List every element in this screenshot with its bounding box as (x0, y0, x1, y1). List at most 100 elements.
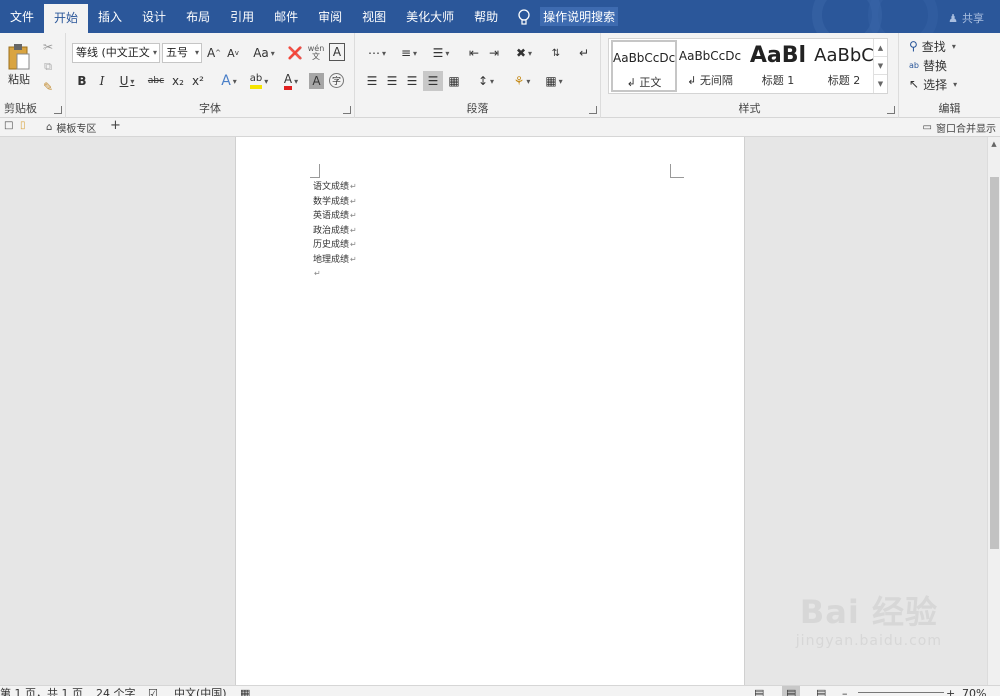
change-case-button[interactable]: Aa ▾ (251, 43, 277, 63)
show-marks-icon[interactable]: ↵ (575, 43, 593, 63)
font-launcher[interactable] (343, 106, 351, 114)
word-count[interactable]: 24 个字 (96, 686, 136, 696)
template-tab[interactable]: ⌂ 模板专区 (46, 120, 96, 135)
find-button[interactable]: ⚲ 查找 ▾ (909, 37, 956, 55)
align-center-icon[interactable]: ☰ (383, 71, 401, 91)
folder-icon[interactable]: ▯ (20, 120, 26, 131)
align-right-icon[interactable]: ☰ (403, 71, 421, 91)
replace-button[interactable]: ab 替换 (909, 56, 947, 74)
increase-indent-icon[interactable]: ⇥ (485, 43, 503, 63)
document-line[interactable]: 数学成绩↵ (313, 195, 357, 210)
tab-review[interactable]: 审阅 (308, 0, 352, 33)
tab-design[interactable]: 设计 (132, 0, 176, 33)
bullets-button[interactable]: ⋯ ▾ (363, 43, 391, 63)
share-button[interactable]: ♟ 共享 (948, 10, 984, 26)
font-size-select[interactable]: 五号 ▾ (162, 43, 202, 63)
tell-me-search[interactable]: 操作说明搜索 (516, 7, 619, 26)
document-body[interactable]: 语文成绩↵ 数学成绩↵ 英语成绩↵ 政治成绩↵ 历史成绩↵ 地理成绩↵ ↵ (313, 180, 357, 282)
shading-button[interactable]: ⚘ ▾ (509, 71, 535, 91)
enclose-char-button[interactable]: 字 (329, 73, 344, 88)
align-left-icon[interactable]: ☰ (363, 71, 381, 91)
style-heading-2[interactable]: AaBbC 标题 2 (811, 40, 877, 92)
new-doc-icon[interactable]: □ (4, 120, 13, 131)
char-border-button[interactable]: A (329, 43, 345, 61)
style-no-spacing[interactable]: AaBbCcDc ↲ 无间隔 (677, 40, 743, 92)
zoom-level[interactable]: 70% (962, 686, 986, 696)
sort-icon[interactable]: ⇅ (547, 43, 565, 63)
tab-layout[interactable]: 布局 (176, 0, 220, 33)
text-effects-button[interactable]: A ▾ (216, 71, 242, 91)
shrink-font-button[interactable]: Av (226, 43, 240, 63)
italic-button[interactable]: I (94, 71, 110, 91)
macro-icon[interactable]: ▦ (240, 686, 250, 696)
more-styles-icon[interactable]: ▼ (874, 75, 887, 93)
font-color-button[interactable]: A ▾ (278, 71, 304, 91)
chevron-down-icon[interactable]: ▼ (874, 57, 887, 75)
highlight-button[interactable]: ab ▾ (246, 71, 272, 91)
zoom-out-icon[interactable]: – (842, 686, 848, 696)
select-button[interactable]: ↖ 选择 ▾ (909, 75, 957, 93)
proofing-icon[interactable]: ☑ (148, 686, 158, 696)
language-indicator[interactable]: 中文(中国) (174, 686, 227, 696)
tab-beautify[interactable]: 美化大师 (396, 0, 464, 33)
paragraph-mark: ↵ (350, 182, 357, 191)
distributed-icon[interactable]: ▦ (445, 71, 463, 91)
clear-format-icon[interactable]: ❌ (287, 43, 303, 63)
numbering-button[interactable]: ≡ ▾ (395, 43, 423, 63)
style-normal[interactable]: AaBbCcDc ↲ 正文 (611, 40, 677, 92)
document-line[interactable]: 地理成绩↵ (313, 253, 357, 268)
copy-icon[interactable]: ⧉ (40, 59, 56, 75)
scroll-up-icon[interactable]: ▲ (988, 137, 1000, 151)
styles-scroll[interactable]: ▲ ▼ ▼ (873, 39, 887, 93)
strikethrough-button[interactable]: abc (146, 71, 166, 91)
scroll-thumb[interactable] (990, 177, 999, 549)
tab-mailings[interactable]: 邮件 (264, 0, 308, 33)
decrease-indent-icon[interactable]: ⇤ (465, 43, 483, 63)
chevron-up-icon[interactable]: ▲ (874, 39, 887, 57)
document-tab-strip: □ ▯ ⌂ 模板专区 + ▭ 窗口合并显示 (0, 118, 1000, 137)
document-line[interactable]: 语文成绩↵ (313, 180, 357, 195)
zoom-in-icon[interactable]: + (946, 686, 955, 696)
document-line[interactable]: ↵ (313, 267, 357, 282)
underline-button[interactable]: U ▾ (114, 71, 140, 91)
tab-insert[interactable]: 插入 (88, 0, 132, 33)
tab-help[interactable]: 帮助 (464, 0, 508, 33)
add-tab-icon[interactable]: + (110, 118, 121, 133)
cut-icon[interactable]: ✂ (40, 39, 56, 55)
phonetic-guide-button[interactable]: wén 文 (308, 43, 325, 63)
tab-view[interactable]: 视图 (352, 0, 396, 33)
grow-font-button[interactable]: A ^ (207, 43, 221, 63)
paste-button[interactable]: 粘贴 (4, 37, 34, 93)
subscript-button[interactable]: x₂ (170, 71, 186, 91)
superscript-button[interactable]: x² (190, 71, 206, 91)
document-line[interactable]: 英语成绩↵ (313, 209, 357, 224)
char-shading-button[interactable]: A (309, 73, 324, 89)
document-line[interactable]: 政治成绩↵ (313, 224, 357, 239)
paragraph-launcher[interactable] (589, 106, 597, 114)
format-painter-icon[interactable]: ✎ (40, 79, 56, 95)
borders-button[interactable]: ▦ ▾ (541, 71, 567, 91)
zoom-slider[interactable] (858, 692, 944, 693)
page-count[interactable]: 第 1 页，共 1 页 (0, 686, 83, 696)
style-heading-1[interactable]: AaBl 标题 1 (745, 40, 811, 92)
bold-button[interactable]: B (74, 71, 90, 91)
margin-corner-mark (310, 164, 320, 178)
merge-windows-button[interactable]: ▭ 窗口合并显示 (923, 120, 996, 135)
line-spacing-button[interactable]: ↕ ▾ (473, 71, 499, 91)
chinese-layout-button[interactable]: ✖ ▾ (511, 43, 537, 63)
justify-icon[interactable]: ☰ (423, 71, 443, 91)
styles-launcher[interactable] (887, 106, 895, 114)
select-label: 选择 (923, 77, 948, 92)
tab-references[interactable]: 引用 (220, 0, 264, 33)
document-line[interactable]: 历史成绩↵ (313, 238, 357, 253)
vertical-scrollbar[interactable]: ▲ (987, 137, 1000, 685)
multilevel-list-button[interactable]: ☰ ▾ (427, 43, 455, 63)
tab-home[interactable]: 开始 (44, 4, 89, 33)
clipboard-launcher[interactable] (54, 106, 62, 114)
print-layout-icon[interactable]: ▤ (782, 686, 801, 696)
web-layout-icon[interactable]: ▤ (816, 686, 826, 696)
document-page[interactable]: 语文成绩↵ 数学成绩↵ 英语成绩↵ 政治成绩↵ 历史成绩↵ 地理成绩↵ ↵ (235, 137, 745, 685)
read-mode-icon[interactable]: ▤ (754, 686, 764, 696)
tab-file[interactable]: 文件 (0, 0, 44, 33)
font-name-select[interactable]: 等线 (中文正文 ▾ (72, 43, 160, 63)
